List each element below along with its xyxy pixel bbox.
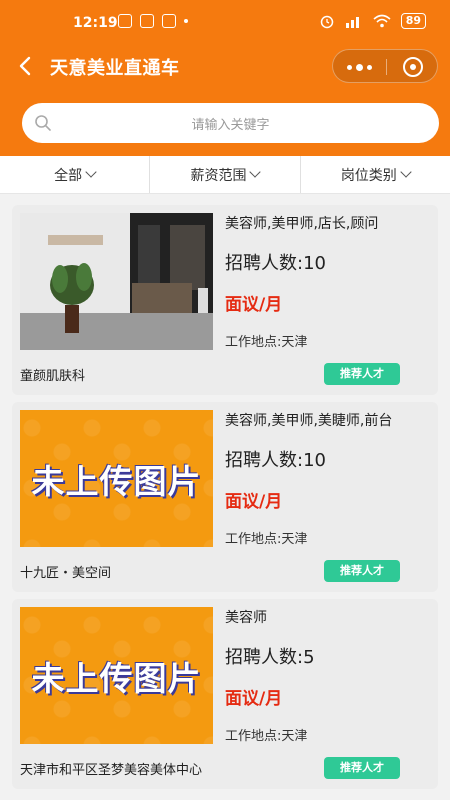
company-name: 童颜肌肤科 — [20, 369, 86, 384]
filter-label: 岗位类别 — [340, 167, 397, 184]
job-info: 美容师,美甲师,美睫师,前台 招聘人数:10 面议/月 工作地点:天津 — [225, 410, 430, 547]
filter-bar: 全部 薪资范围 岗位类别 — [0, 156, 450, 194]
status-system-icons: 89 — [319, 13, 426, 29]
job-card[interactable]: 未上传图片 美容师 招聘人数:5 面议/月 工作地点:天津 天津市和平区圣梦美容… — [12, 599, 438, 789]
job-location: 工作地点:天津 — [225, 335, 308, 350]
alarm-icon — [320, 15, 333, 29]
recommend-talent-button[interactable]: 推荐人才 — [324, 560, 400, 582]
nav-bar: 天意美业直通车 — [0, 44, 450, 88]
company-name: 天津市和平区圣梦美容美体中心 — [20, 763, 203, 778]
signal-icon — [345, 17, 359, 28]
salon-photo — [20, 213, 213, 350]
job-info: 美容师,美甲师,店长,顾问 招聘人数:10 面议/月 工作地点:天津 — [225, 213, 430, 350]
mi-icon — [118, 14, 132, 28]
job-location: 工作地点:天津 — [225, 729, 308, 744]
filter-salary-range[interactable]: 薪资范围 — [150, 156, 301, 193]
job-headcount: 招聘人数:10 — [225, 253, 326, 274]
status-notification-icons — [118, 14, 188, 28]
job-title: 美容师,美甲师,美睫师,前台 — [225, 413, 393, 429]
job-salary: 面议/月 — [225, 295, 283, 315]
job-image: 未上传图片 — [20, 410, 213, 547]
chevron-down-icon — [249, 166, 262, 178]
job-salary: 面议/月 — [225, 492, 283, 512]
job-image — [20, 213, 213, 350]
message-icon — [162, 14, 176, 28]
battery-level: 89 — [400, 13, 426, 29]
no-image-text: 未上传图片 — [31, 658, 202, 698]
target-icon[interactable] — [386, 50, 439, 84]
chevron-down-icon — [85, 166, 97, 178]
search-placeholder: 请输入关键字 — [191, 118, 270, 133]
job-card[interactable]: 美容师,美甲师,店长,顾问 招聘人数:10 面议/月 工作地点:天津 童颜肌肤科… — [12, 205, 438, 395]
filter-label: 全部 — [54, 167, 83, 184]
app-notification-icon — [140, 14, 154, 28]
job-info: 美容师 招聘人数:5 面议/月 工作地点:天津 — [225, 607, 430, 744]
no-image-text: 未上传图片 — [31, 461, 202, 501]
recommend-talent-button[interactable]: 推荐人才 — [324, 757, 400, 779]
job-headcount: 招聘人数:10 — [225, 450, 326, 471]
chevron-down-icon — [400, 166, 412, 178]
status-time: 12:19 — [73, 15, 118, 31]
more-dots-icon[interactable] — [333, 50, 386, 84]
wifi-icon — [373, 14, 391, 28]
job-salary: 面议/月 — [225, 689, 283, 709]
search-input[interactable]: 请输入关键字 — [22, 103, 439, 143]
no-image-placeholder: 未上传图片 — [20, 410, 213, 547]
chevron-left-icon[interactable] — [14, 54, 38, 78]
page-title: 天意美业直通车 — [50, 58, 180, 79]
filter-all[interactable]: 全部 — [0, 156, 151, 193]
job-location: 工作地点:天津 — [225, 532, 308, 547]
job-headcount: 招聘人数:5 — [225, 647, 315, 668]
no-image-placeholder: 未上传图片 — [20, 607, 213, 744]
job-title: 美容师 — [225, 610, 267, 626]
dot-icon — [184, 19, 188, 23]
header: 12:19 89 天意美业直通车 请输入关键字 — [0, 0, 450, 156]
filter-label: 薪资范围 — [190, 167, 247, 184]
job-title: 美容师,美甲师,店长,顾问 — [225, 216, 379, 232]
job-image: 未上传图片 — [20, 607, 213, 744]
job-card[interactable]: 未上传图片 美容师,美甲师,美睫师,前台 招聘人数:10 面议/月 工作地点:天… — [12, 402, 438, 592]
status-bar: 12:19 89 — [0, 0, 450, 44]
company-name: 十九匠・美空间 — [20, 566, 112, 581]
recommend-talent-button[interactable]: 推荐人才 — [324, 363, 400, 385]
filter-job-category[interactable]: 岗位类别 — [301, 156, 450, 193]
mini-program-capsule — [332, 49, 438, 83]
